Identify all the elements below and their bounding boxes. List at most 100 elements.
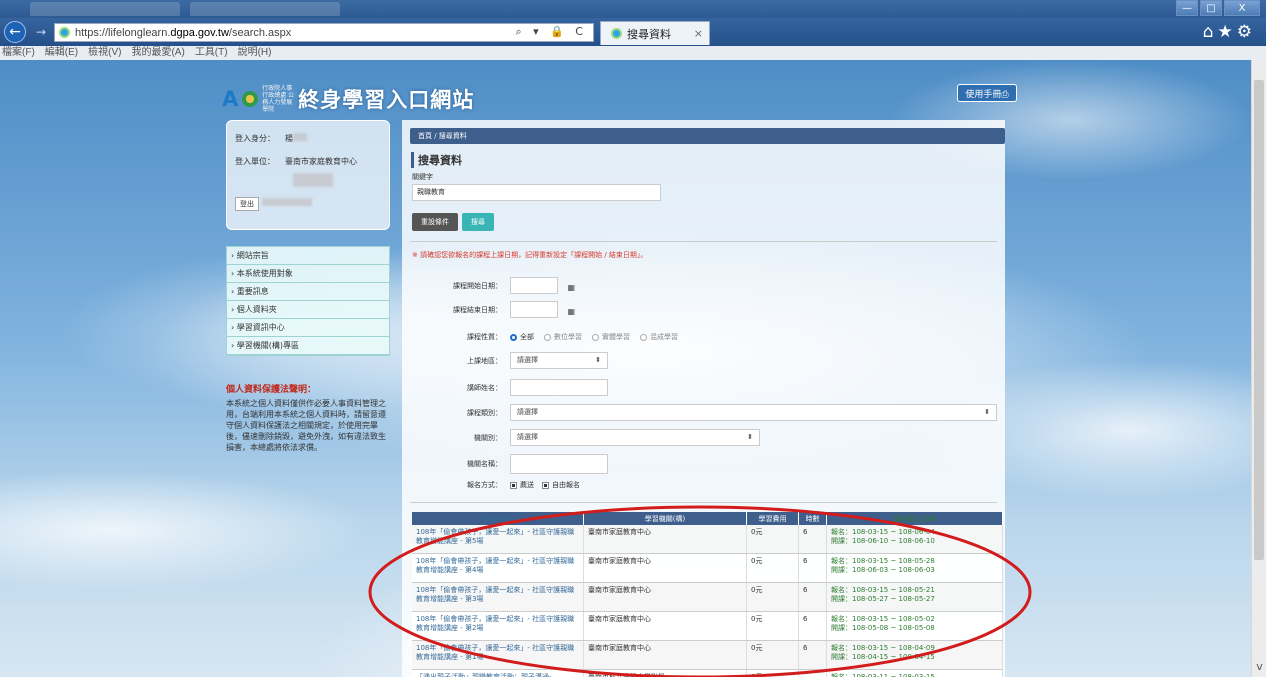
minimize-button[interactable]: —: [1176, 0, 1198, 16]
privacy-title: 個人資料保護法聲明：: [226, 385, 317, 395]
col-deadline[interactable]: 報名截止日期: [827, 512, 1003, 525]
lecturer-input[interactable]: [510, 379, 608, 396]
fee-cell: 0元: [747, 641, 799, 669]
deadline-cell: 報名：108-03-15 ~ 108-05-02 開課：108-05-08 ~ …: [827, 612, 1003, 640]
table-row[interactable]: 108年「偷會帶孩子，讓愛一起來」- 社區守護親職教育增能講座 - 第3場 臺南市…: [412, 583, 1003, 612]
table-row[interactable]: 108年「偷會帶孩子，讓愛一起來」- 社區守護親職教育增能講座 - 第4場 臺南市…: [412, 554, 1003, 583]
close-tab-icon[interactable]: ×: [694, 27, 703, 40]
course-name-link[interactable]: 108年「偷會帶孩子，讓愛一起來」- 社區守護親職教育增能講座 - 第1場: [412, 641, 584, 669]
sidebar-item-purpose[interactable]: › 網站宗旨: [227, 247, 389, 265]
start-date-input[interactable]: ▦: [510, 277, 575, 294]
table-row[interactable]: 「湧出親子活動」親職教育活動：親子溝通- 臺南市私立高級中學附設 0元 報名：108-…: [412, 670, 1003, 677]
nature-radio-digital[interactable]: 數位學習: [544, 332, 582, 342]
page-viewport: A 行政院人事行政總處 公務人力發展學院 終身學習入口網站 使用手冊⎙ 登入身分…: [0, 60, 1251, 677]
keyword-input[interactable]: 親職教育: [412, 184, 661, 201]
fee-cell: 0元: [747, 525, 799, 553]
unit-label: 登入單位：: [235, 157, 275, 166]
forward-button[interactable]: →: [32, 23, 50, 41]
menu-edit[interactable]: 編輯(E): [45, 46, 78, 60]
privacy-text: 本系統之個人資料僅供作必要人事資料管理之用，台端利用本系統之個人資料時，請留意遵…: [226, 399, 386, 452]
organization-cell: 臺南市家庭教育中心: [584, 612, 747, 640]
close-window-button[interactable]: X: [1224, 0, 1260, 16]
table-row[interactable]: 108年「偷會帶孩子，讓愛一起來」- 社區守護親職教育增能講座 - 第5場 臺南市…: [412, 525, 1003, 554]
category-select[interactable]: 請選擇 ⬍: [510, 404, 997, 421]
nature-radio-all[interactable]: 全部: [510, 332, 534, 342]
reset-button[interactable]: 重設條件: [412, 213, 458, 231]
scroll-thumb[interactable]: [1254, 80, 1264, 560]
nature-label: 課程性質：: [467, 333, 502, 341]
active-tab[interactable]: 搜尋資料 ×: [600, 21, 710, 45]
menu-bar: 檔案(F) 編輯(E) 檢視(V) 我的最愛(A) 工具(T) 說明(H): [0, 46, 1266, 60]
address-bar[interactable]: https://lifelonglearn.dgpa.gov.tw/search…: [54, 23, 594, 42]
calendar-icon[interactable]: ▦: [567, 304, 575, 319]
logout-button[interactable]: 登出: [235, 197, 259, 211]
calendar-icon[interactable]: ▦: [567, 280, 575, 295]
sidebar-item-personal-folder[interactable]: › 個人資料夾: [227, 301, 389, 319]
nature-radio-blended[interactable]: 混成學習: [640, 332, 678, 342]
category-label: 課程類別：: [467, 408, 502, 417]
sidebar-item-audience[interactable]: › 本系統使用對象: [227, 265, 389, 283]
user-manual-button[interactable]: 使用手冊⎙: [957, 84, 1017, 102]
hours-cell: 6: [799, 525, 827, 553]
agency-name-label: 機關名稱：: [467, 460, 502, 468]
end-date-input[interactable]: ▦: [510, 301, 575, 318]
deadline-cell: 報名：108-03-15 ~ 108-04-09 開課：108-04-15 ~ …: [827, 641, 1003, 669]
agency-type-select[interactable]: 請選擇 ⬍: [510, 429, 760, 446]
col-organization[interactable]: 學習機關(構): [584, 512, 747, 525]
keyword-label: 關鍵字: [412, 173, 433, 181]
menu-file[interactable]: 檔案(F): [2, 46, 35, 60]
login-info-panel: 登入身分： 楊 登入單位： 臺南市家庭教育中心 登出: [226, 120, 390, 230]
hours-cell: 6: [799, 583, 827, 611]
col-hours[interactable]: 時數: [799, 512, 827, 525]
search-button[interactable]: 搜尋: [462, 213, 494, 231]
tab-favicon-icon: [611, 28, 622, 39]
table-header: 課程名稱 學習機關(構) 學習費用 時數 報名截止日期: [412, 512, 1003, 525]
fee-cell: 0元: [747, 583, 799, 611]
scroll-down-icon[interactable]: v: [1252, 658, 1266, 674]
fee-cell: 0元: [747, 670, 799, 677]
back-button[interactable]: ←: [4, 21, 26, 43]
menu-help[interactable]: 說明(H): [238, 46, 272, 60]
date-warning: ※ 請確認您欲報名的課程上課日期，記得重新設定「課程開始 / 結束日期」。: [412, 251, 648, 259]
maximize-button[interactable]: □: [1200, 0, 1222, 16]
signup-checkbox-recommend[interactable]: 薦送: [510, 480, 534, 490]
background-tab[interactable]: [190, 2, 340, 16]
breadcrumb[interactable]: 首頁 / 搜尋資料: [410, 128, 1005, 144]
agency-name-input[interactable]: [510, 454, 608, 474]
results-table: 課程名稱 學習機關(構) 學習費用 時數 報名截止日期 108年「偷會帶孩子，讓…: [412, 512, 1003, 677]
course-name-link[interactable]: 「湧出親子活動」親職教育活動：親子溝通-: [412, 670, 584, 677]
col-course-name[interactable]: 課程名稱: [412, 512, 584, 525]
hours-cell: 6: [799, 641, 827, 669]
sidebar-item-agency-zone[interactable]: › 學習機關(構)專區: [227, 337, 389, 355]
start-date-label: 課程開始日期：: [453, 281, 502, 290]
toolbar-icons[interactable]: ⌂★⚙: [1203, 22, 1256, 42]
col-fee[interactable]: 學習費用: [747, 512, 799, 525]
organization-cell: 臺南市家庭教育中心: [584, 583, 747, 611]
page-scrollbar[interactable]: ^ v: [1251, 60, 1266, 677]
site-title: 終身學習入口網站: [298, 87, 475, 112]
course-name-link[interactable]: 108年「偷會帶孩子，讓愛一起來」- 社區守護親職教育增能講座 - 第3場: [412, 583, 584, 611]
hours-cell: 6: [799, 612, 827, 640]
location-select[interactable]: 請選擇 ⬍: [510, 352, 608, 369]
course-name-link[interactable]: 108年「偷會帶孩子，讓愛一起來」- 社區守護親職教育增能講座 - 第5場: [412, 525, 584, 553]
nature-radio-physical[interactable]: 實體學習: [592, 332, 630, 342]
menu-tools[interactable]: 工具(T): [195, 46, 228, 60]
table-row[interactable]: 108年「偷會帶孩子，讓愛一起來」- 社區守護親職教育增能講座 - 第1場 臺南市…: [412, 641, 1003, 670]
signup-checkbox-free[interactable]: 自由報名: [542, 480, 580, 490]
table-row[interactable]: 108年「偷會帶孩子，讓愛一起來」- 社區守護親職教育增能講座 - 第2場 臺南市…: [412, 612, 1003, 641]
site-logo[interactable]: A 行政院人事行政總處 公務人力發展學院 終身學習入口網站: [222, 84, 474, 114]
course-name-link[interactable]: 108年「偷會帶孩子，讓愛一起來」- 社區守護親職教育增能講座 - 第2場: [412, 612, 584, 640]
sidebar-item-learning-info[interactable]: › 學習資訊中心: [227, 319, 389, 337]
window-titlebar: — □ X: [0, 0, 1266, 18]
course-name-link[interactable]: 108年「偷會帶孩子，讓愛一起來」- 社區守護親職教育增能講座 - 第4場: [412, 554, 584, 582]
identity-value: 楊: [285, 133, 307, 144]
address-bar-actions-icon[interactable]: ⌕ ▾ 🔒 C: [515, 25, 587, 39]
menu-view[interactable]: 檢視(V): [88, 46, 121, 60]
identity-label: 登入身分：: [235, 134, 275, 143]
sidebar-menu: › 網站宗旨 › 本系統使用對象 › 重要訊息 › 個人資料夾 › 學習資訊中心…: [226, 246, 390, 356]
background-tab[interactable]: [30, 2, 180, 16]
tab-title: 搜尋資料: [627, 27, 671, 41]
select-arrow-icon: ⬍: [747, 433, 753, 441]
sidebar-item-news[interactable]: › 重要訊息: [227, 283, 389, 301]
menu-favorites[interactable]: 我的最愛(A): [131, 46, 184, 60]
